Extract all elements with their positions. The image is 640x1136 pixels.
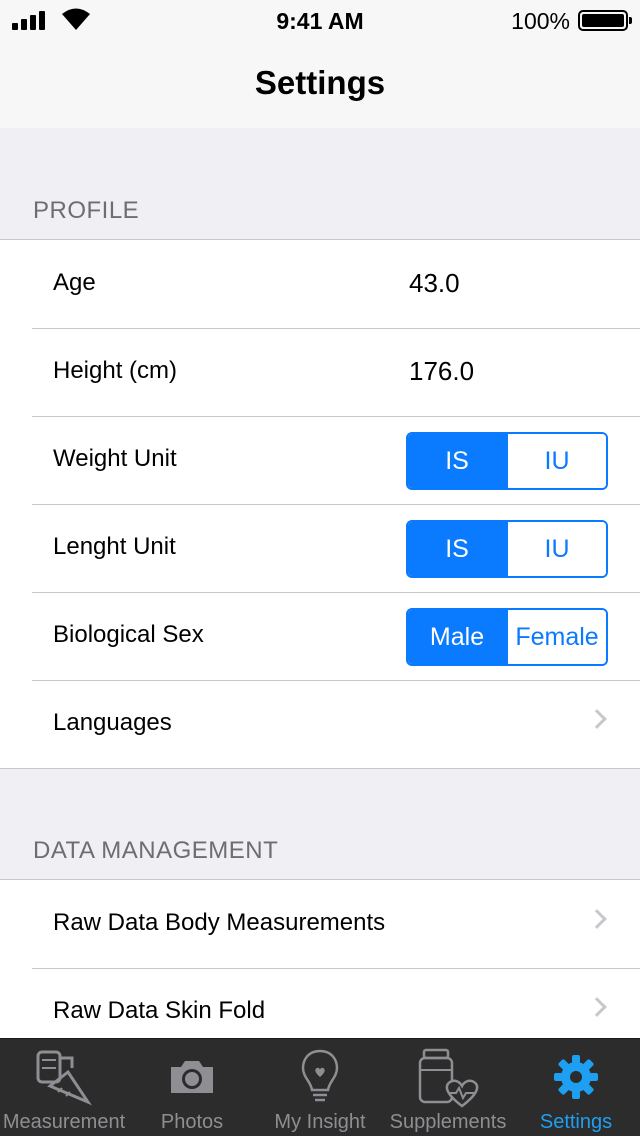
chevron-right-icon [587,997,607,1017]
sex-option-male[interactable]: Male [408,610,506,664]
section-header-profile: PROFILE [33,197,140,224]
row-height[interactable]: Height (cm) 176.0 [0,328,640,416]
languages-label: Languages [53,709,172,736]
data-management-group: Raw Data Body Measurements Raw Data Skin… [0,879,640,1056]
gear-icon [512,1047,640,1107]
weight-unit-option-iu[interactable]: IU [506,434,606,488]
lightbulb-icon [256,1047,384,1107]
camera-icon [128,1047,256,1107]
tab-bar: Measurement Photos My Insight Supplement… [0,1038,640,1136]
battery-percentage: 100% [511,8,570,34]
chevron-right-icon [587,709,607,729]
length-unit-segmented-control: IS IU [406,520,608,578]
height-value[interactable]: 176.0 [409,356,474,387]
measuring-tape-icon [0,1047,128,1107]
tab-supplements[interactable]: Supplements [384,1039,512,1136]
profile-group: Age 43.0 Height (cm) 176.0 Weight Unit I… [0,239,640,769]
tab-measurement[interactable]: Measurement [0,1039,128,1136]
tab-label-photos: Photos [160,1111,224,1133]
tab-photos[interactable]: Photos [128,1039,256,1136]
tab-settings[interactable]: Settings [512,1039,640,1136]
chevron-right-icon [587,909,607,929]
biological-sex-segmented-control: Male Female [406,608,608,666]
row-languages[interactable]: Languages [0,680,640,768]
sex-option-female[interactable]: Female [506,610,606,664]
raw-data-body-measurements-label: Raw Data Body Measurements [53,909,386,936]
weight-unit-option-is[interactable]: IS [408,434,506,488]
weight-unit-segmented-control: IS IU [406,432,608,490]
biological-sex-label: Biological Sex [53,621,204,648]
page-title: Settings [254,64,386,101]
age-label: Age [53,269,96,296]
row-length-unit: Lenght Unit IS IU [0,504,640,592]
tab-label-supplements: Supplements [389,1111,507,1133]
weight-unit-label: Weight Unit [53,445,177,472]
row-weight-unit: Weight Unit IS IU [0,416,640,504]
tab-label-settings: Settings [539,1111,613,1133]
supplements-heart-icon [384,1047,512,1108]
navigation-bar: Settings [0,40,640,128]
tab-label-my-insight: My Insight [274,1111,366,1133]
battery-icon [578,10,632,31]
row-age[interactable]: Age 43.0 [0,240,640,328]
length-unit-label: Lenght Unit [53,533,176,560]
row-raw-data-body-measurements[interactable]: Raw Data Body Measurements [0,880,640,968]
status-bar: 9:41 AM 100% [0,0,640,40]
length-unit-option-is[interactable]: IS [408,522,506,576]
age-value[interactable]: 43.0 [409,268,460,299]
row-biological-sex: Biological Sex Male Female [0,592,640,680]
height-label: Height (cm) [53,357,178,384]
tab-my-insight[interactable]: My Insight [256,1039,384,1136]
raw-data-skin-fold-label: Raw Data Skin Fold [53,997,266,1024]
section-header-data-management: DATA MANAGEMENT [33,837,279,864]
length-unit-option-iu[interactable]: IU [506,522,606,576]
